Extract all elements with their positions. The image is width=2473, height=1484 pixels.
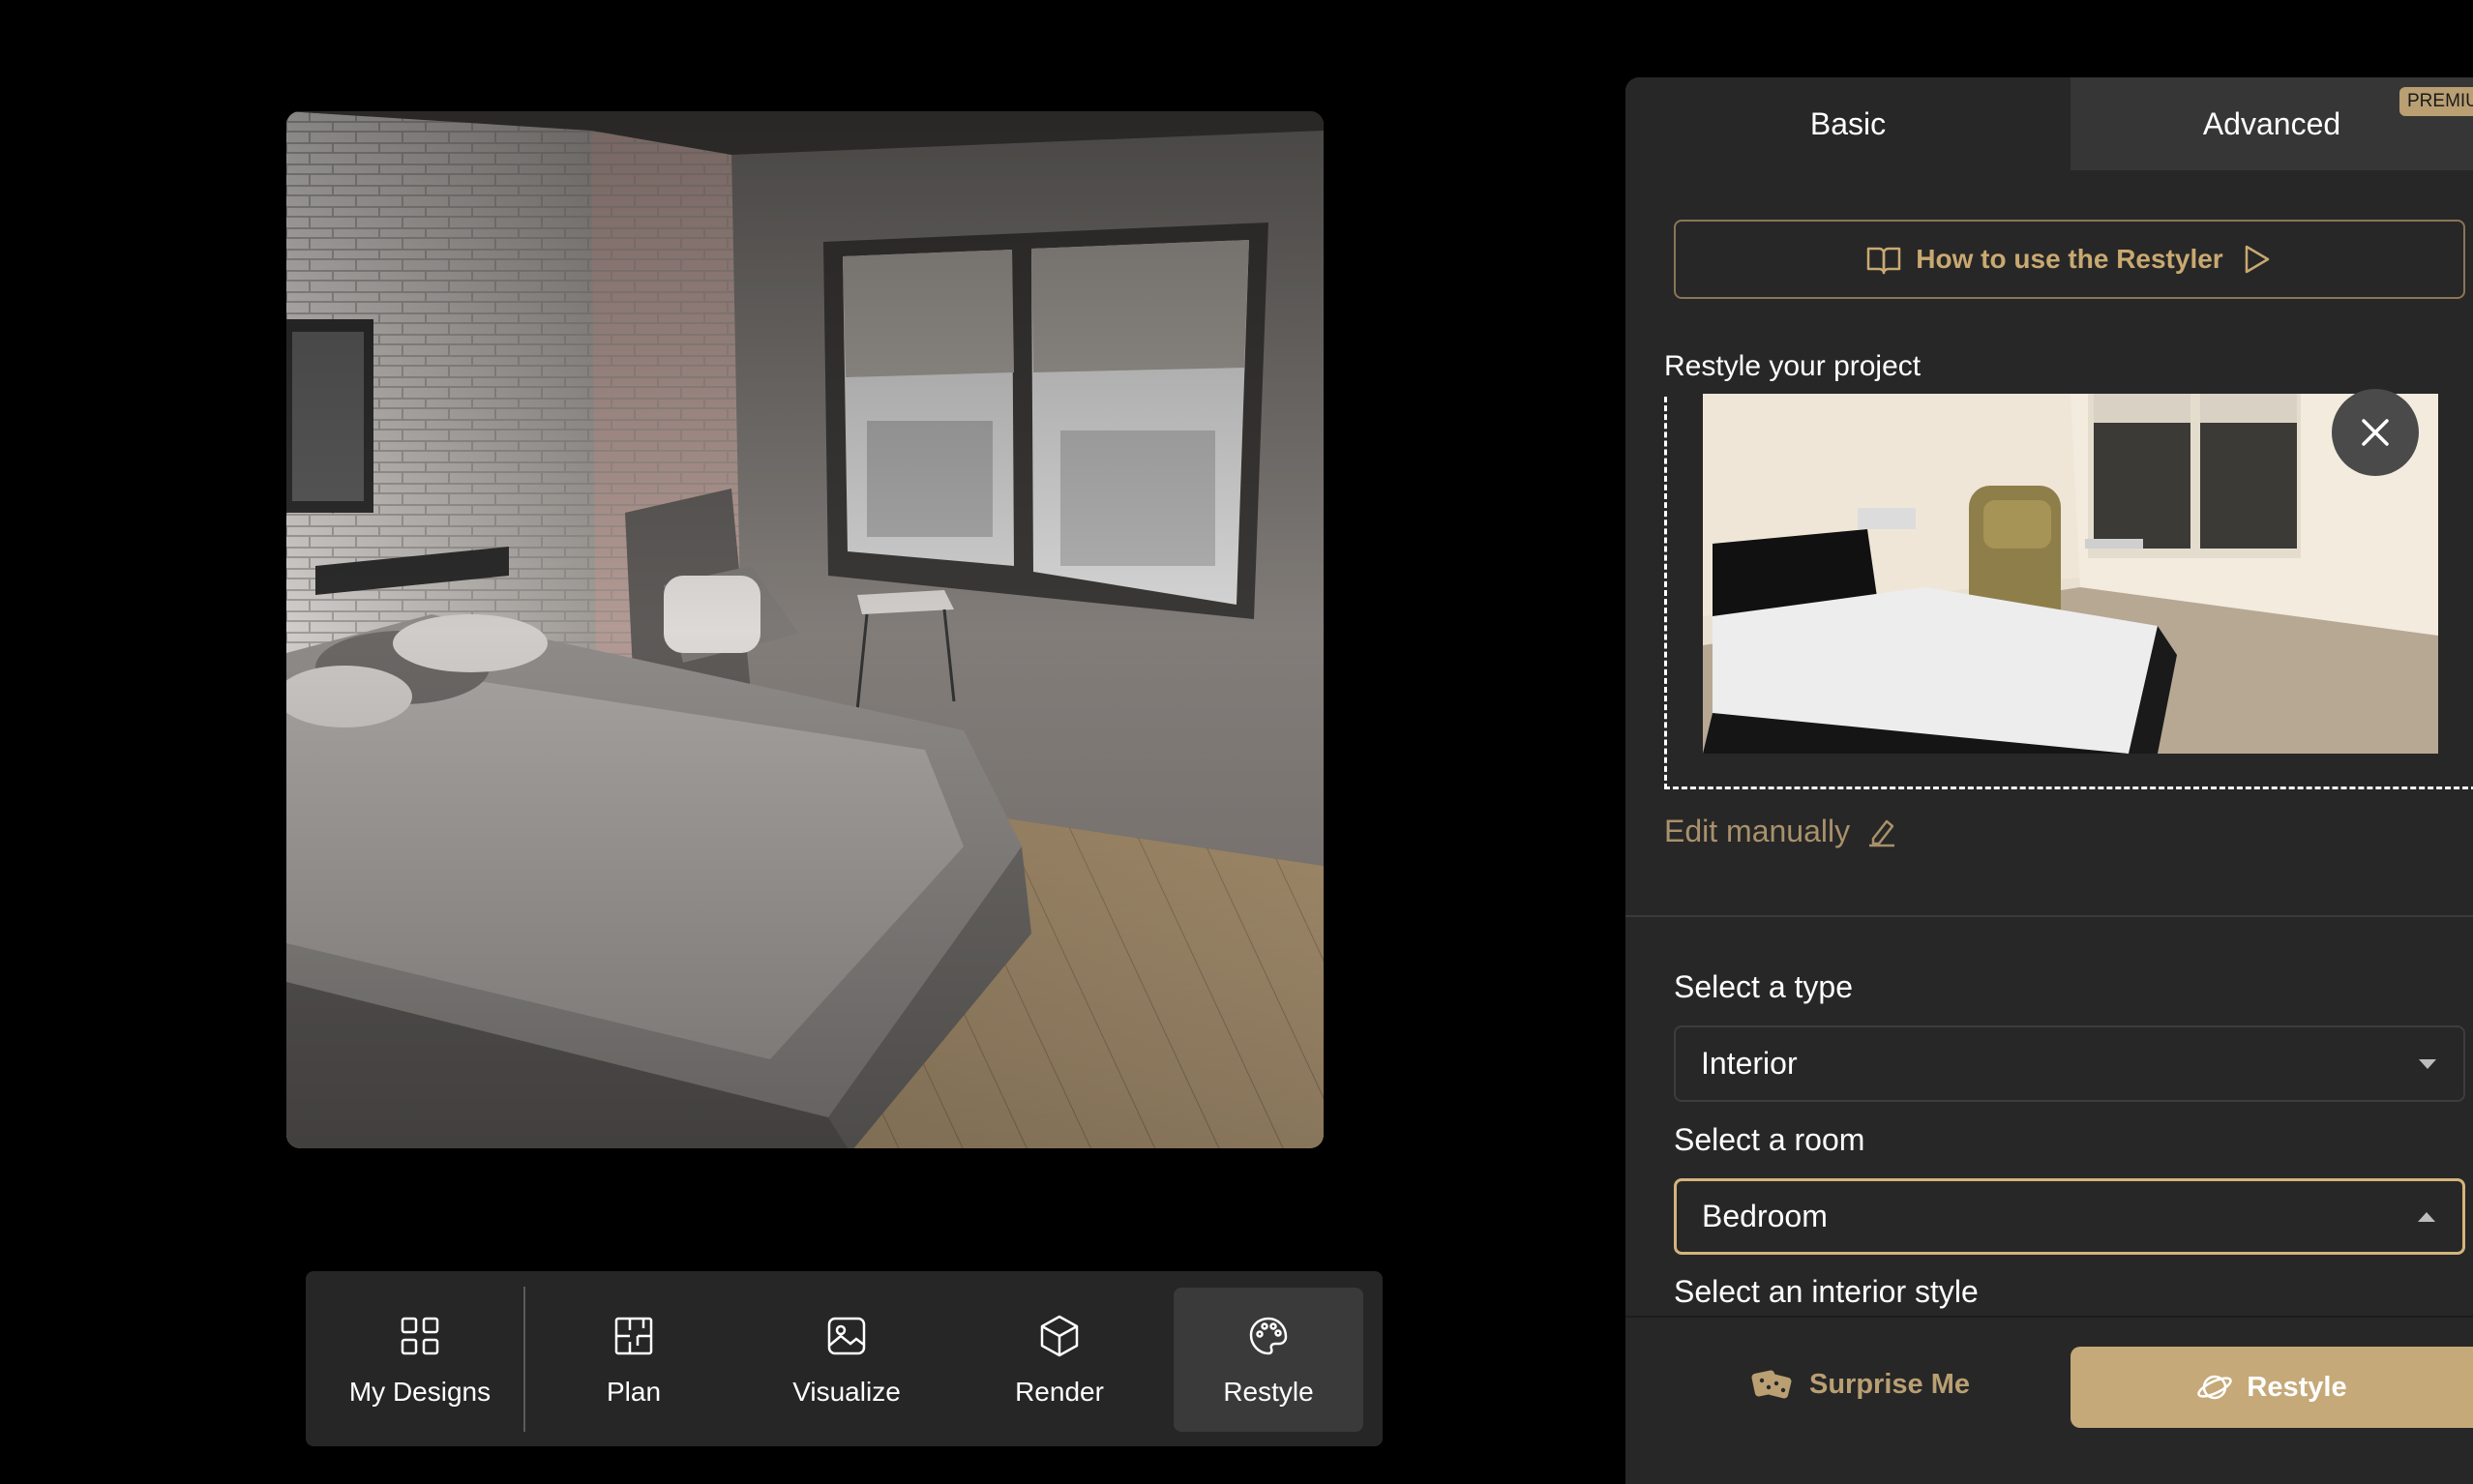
select-type-label: Select a type (1674, 969, 1853, 1004)
toolbar-label: Restyle (1223, 1376, 1314, 1407)
generated-render-image[interactable] (286, 111, 1324, 1148)
uploaded-room-photo (1703, 394, 2438, 754)
how-to-use-label: How to use the Restyler (1916, 244, 2223, 274)
type-select-value: Interior (1701, 1046, 1798, 1081)
section-divider (1625, 915, 2473, 917)
surprise-me-label: Surprise Me (1809, 1368, 1970, 1400)
premium-badge: PREMIUM (2399, 87, 2473, 116)
palette-icon (1249, 1317, 1288, 1354)
select-style-label: Select an interior style (1674, 1274, 1979, 1309)
chevron-up-icon (2418, 1211, 2435, 1222)
edit-manually-link[interactable]: Edit manually (1664, 814, 1898, 849)
toolbar-restyle[interactable]: Restyle (1174, 1288, 1363, 1432)
play-icon (2245, 245, 2269, 274)
dice-icon (1751, 1370, 1792, 1399)
bottom-toolbar: My Designs Plan Visualize Render Restyle (306, 1271, 1383, 1446)
toolbar-label: My Designs (348, 1376, 492, 1407)
remove-photo-button[interactable] (2332, 389, 2419, 476)
restyle-button[interactable]: Restyle (2071, 1347, 2473, 1428)
toolbar-label: Visualize (792, 1376, 901, 1407)
restyle-button-label: Restyle (2247, 1371, 2347, 1403)
book-icon (1867, 247, 1901, 275)
room-select[interactable]: Bedroom (1674, 1178, 2465, 1255)
grid-icon (401, 1317, 439, 1354)
room-select-value: Bedroom (1702, 1199, 1828, 1233)
restyle-panel: Basic Advanced PREMIUM How to use the Re… (1625, 77, 2473, 1484)
toolbar-plan[interactable]: Plan (539, 1288, 729, 1432)
how-to-use-button[interactable]: How to use the Restyler (1674, 220, 2465, 299)
type-select[interactable]: Interior (1674, 1025, 2465, 1102)
toolbar-label: Render (1015, 1376, 1104, 1407)
close-icon (2362, 419, 2389, 446)
restyle-project-label: Restyle your project (1664, 350, 1922, 382)
select-room-label: Select a room (1674, 1122, 1865, 1157)
planet-icon (2197, 1375, 2233, 1400)
tab-basic[interactable]: Basic (1625, 77, 2071, 170)
toolbar-label: Plan (606, 1376, 662, 1407)
toolbar-my-designs[interactable]: My Designs (325, 1288, 515, 1432)
toolbar-divider (523, 1287, 525, 1432)
chevron-down-icon (2419, 1058, 2436, 1069)
tab-label: Advanced (2202, 105, 2341, 141)
toolbar-visualize[interactable]: Visualize (752, 1288, 941, 1432)
toolbar-render[interactable]: Render (965, 1288, 1154, 1432)
surprise-me-button[interactable]: Surprise Me (1751, 1368, 1970, 1401)
edit-manually-label: Edit manually (1664, 814, 1851, 848)
panel-footer: Surprise Me Restyle (1625, 1316, 2473, 1484)
image-icon (827, 1317, 866, 1354)
floor-plan-icon (614, 1317, 653, 1354)
pencil-icon (1869, 819, 1895, 846)
cube-icon (1040, 1315, 1079, 1356)
